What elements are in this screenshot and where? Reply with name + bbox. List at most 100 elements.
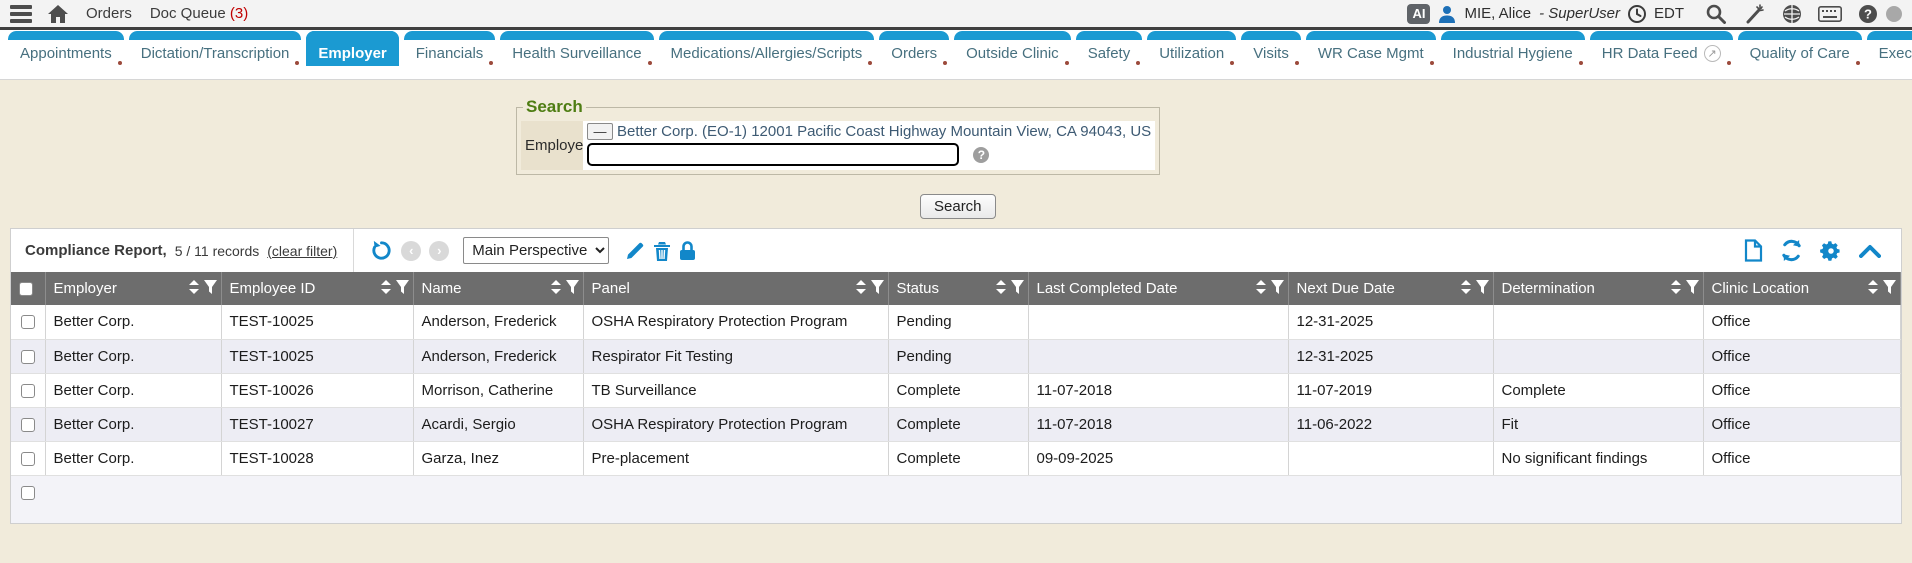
tab-industrial-hygiene[interactable]: Industrial Hygiene xyxy=(1441,31,1585,66)
sort-icon[interactable] xyxy=(1868,280,1878,298)
table-row[interactable]: Better Corp.TEST-10025Anderson, Frederic… xyxy=(11,339,1901,373)
doc-queue-label: Doc Queue xyxy=(150,5,226,22)
filter-funnel-icon[interactable] xyxy=(1686,280,1699,298)
tab-employer[interactable]: Employer xyxy=(306,31,398,66)
clear-filter-link[interactable]: (clear filter) xyxy=(267,243,337,259)
sort-icon[interactable] xyxy=(1461,280,1471,298)
perspective-select[interactable]: Main Perspective xyxy=(463,237,609,264)
employer-search-input[interactable] xyxy=(587,143,959,166)
collapse-selection-button[interactable]: — xyxy=(587,123,613,140)
cell-panel: OSHA Respiratory Protection Program xyxy=(583,305,888,339)
sort-icon[interactable] xyxy=(189,280,199,298)
external-link-icon[interactable]: ↗ xyxy=(1704,45,1721,62)
lock-icon[interactable] xyxy=(679,241,696,261)
column-header-panel[interactable]: Panel xyxy=(583,272,888,305)
row-checkbox[interactable] xyxy=(21,418,35,432)
row-checkbox[interactable] xyxy=(21,315,35,329)
sort-icon[interactable] xyxy=(1671,280,1681,298)
column-header-employer[interactable]: Employer xyxy=(45,272,221,305)
tab-dictation-transcription[interactable]: Dictation/Transcription xyxy=(129,31,302,66)
tab-health-surveillance[interactable]: Health Surveillance xyxy=(500,31,653,66)
filter-funnel-icon[interactable] xyxy=(566,280,579,298)
tab-top-strip xyxy=(500,31,653,40)
column-header-last-completed-date[interactable]: Last Completed Date xyxy=(1028,272,1288,305)
user-icon[interactable] xyxy=(1438,5,1456,23)
clock-icon[interactable] xyxy=(1628,5,1646,23)
keyboard-icon[interactable] xyxy=(1818,6,1842,22)
column-label: Clinic Location xyxy=(1712,280,1810,297)
ai-badge[interactable]: AI xyxy=(1407,4,1430,24)
column-header-name[interactable]: Name xyxy=(413,272,583,305)
tab-financials[interactable]: Financials xyxy=(404,31,496,66)
new-document-icon[interactable] xyxy=(1744,239,1763,262)
tab-label: HR Data Feed↗ xyxy=(1590,40,1733,66)
tab-handle-dot xyxy=(118,61,122,65)
tab-quality-of-care[interactable]: Quality of Care xyxy=(1738,31,1862,66)
tab-label: Executive Dashboard xyxy=(1867,40,1912,66)
globe-icon[interactable] xyxy=(1782,4,1802,24)
tab-outside-clinic[interactable]: Outside Clinic xyxy=(954,31,1071,66)
filter-funnel-icon[interactable] xyxy=(1476,280,1489,298)
tab-handle-dot xyxy=(1579,61,1583,65)
collapse-chevron-icon[interactable] xyxy=(1859,244,1881,258)
filter-funnel-icon[interactable] xyxy=(1011,280,1024,298)
filter-funnel-icon[interactable] xyxy=(1883,280,1896,298)
prev-icon[interactable]: ‹ xyxy=(401,241,421,261)
tab-visits[interactable]: Visits xyxy=(1241,31,1301,66)
search-icon[interactable] xyxy=(1706,4,1726,24)
tab-hr-data-feed[interactable]: HR Data Feed↗ xyxy=(1590,31,1733,66)
table-row[interactable]: Better Corp.TEST-10028Garza, InezPre-pla… xyxy=(11,441,1901,475)
sort-icon[interactable] xyxy=(381,280,391,298)
help-icon[interactable]: ? xyxy=(1858,4,1878,24)
column-header-employee-id[interactable]: Employee ID xyxy=(221,272,413,305)
refresh-icon[interactable] xyxy=(1780,239,1803,262)
sort-icon[interactable] xyxy=(1256,280,1266,298)
presence-dot[interactable] xyxy=(1886,6,1902,22)
breadcrumb-doc-queue[interactable]: Doc Queue (3) xyxy=(150,5,248,22)
row-checkbox[interactable] xyxy=(21,452,35,466)
sort-icon[interactable] xyxy=(551,280,561,298)
cell-clinic-location: Office xyxy=(1703,339,1901,373)
tab-utilization[interactable]: Utilization xyxy=(1147,31,1236,66)
tab-executive-dashboard[interactable]: Executive Dashboard xyxy=(1867,31,1912,66)
selected-employer-value[interactable]: Better Corp. (EO-1) 12001 Pacific Coast … xyxy=(617,123,1151,140)
filter-funnel-icon[interactable] xyxy=(204,280,217,298)
user-name[interactable]: MIE, Alice xyxy=(1464,5,1531,22)
sort-icon[interactable] xyxy=(996,280,1006,298)
next-icon[interactable]: › xyxy=(429,241,449,261)
table-row[interactable]: Better Corp.TEST-10027Acardi, SergioOSHA… xyxy=(11,407,1901,441)
sort-icon[interactable] xyxy=(856,280,866,298)
filter-funnel-icon[interactable] xyxy=(396,280,409,298)
breadcrumb-orders[interactable]: Orders xyxy=(86,5,132,22)
column-label: Employee ID xyxy=(230,280,316,297)
column-header-status[interactable]: Status xyxy=(888,272,1028,305)
row-checkbox[interactable] xyxy=(21,350,35,364)
menu-icon[interactable] xyxy=(10,5,32,23)
filter-funnel-icon[interactable] xyxy=(871,280,884,298)
tab-label: Appointments xyxy=(8,40,124,66)
tab-appointments[interactable]: Appointments xyxy=(8,31,124,66)
settings-gear-icon[interactable] xyxy=(1820,240,1842,262)
footer-checkbox[interactable] xyxy=(21,486,35,500)
tab-safety[interactable]: Safety xyxy=(1076,31,1143,66)
field-help-icon[interactable]: ? xyxy=(973,147,989,163)
row-checkbox[interactable] xyxy=(21,384,35,398)
cell-panel: Pre-placement xyxy=(583,441,888,475)
undo-icon[interactable] xyxy=(370,239,393,262)
table-row[interactable]: Better Corp.TEST-10025Anderson, Frederic… xyxy=(11,305,1901,339)
column-header-clinic-location[interactable]: Clinic Location xyxy=(1703,272,1901,305)
tab-wr-case-mgmt[interactable]: WR Case Mgmt xyxy=(1306,31,1436,66)
wand-icon[interactable] xyxy=(1744,4,1766,24)
table-row[interactable]: Better Corp.TEST-10026Morrison, Catherin… xyxy=(11,373,1901,407)
column-header-determination[interactable]: Determination xyxy=(1493,272,1703,305)
edit-pencil-icon[interactable] xyxy=(625,241,645,261)
tab-medications-allergies-scripts[interactable]: Medications/Allergies/Scripts xyxy=(659,31,875,66)
tab-label: WR Case Mgmt xyxy=(1306,40,1436,66)
home-icon[interactable] xyxy=(48,5,68,23)
column-header-next-due-date[interactable]: Next Due Date xyxy=(1288,272,1493,305)
select-all-checkbox[interactable] xyxy=(19,282,33,296)
delete-trash-icon[interactable] xyxy=(653,241,671,261)
search-button[interactable]: Search xyxy=(920,194,996,219)
filter-funnel-icon[interactable] xyxy=(1271,280,1284,298)
tab-orders[interactable]: Orders xyxy=(879,31,949,66)
